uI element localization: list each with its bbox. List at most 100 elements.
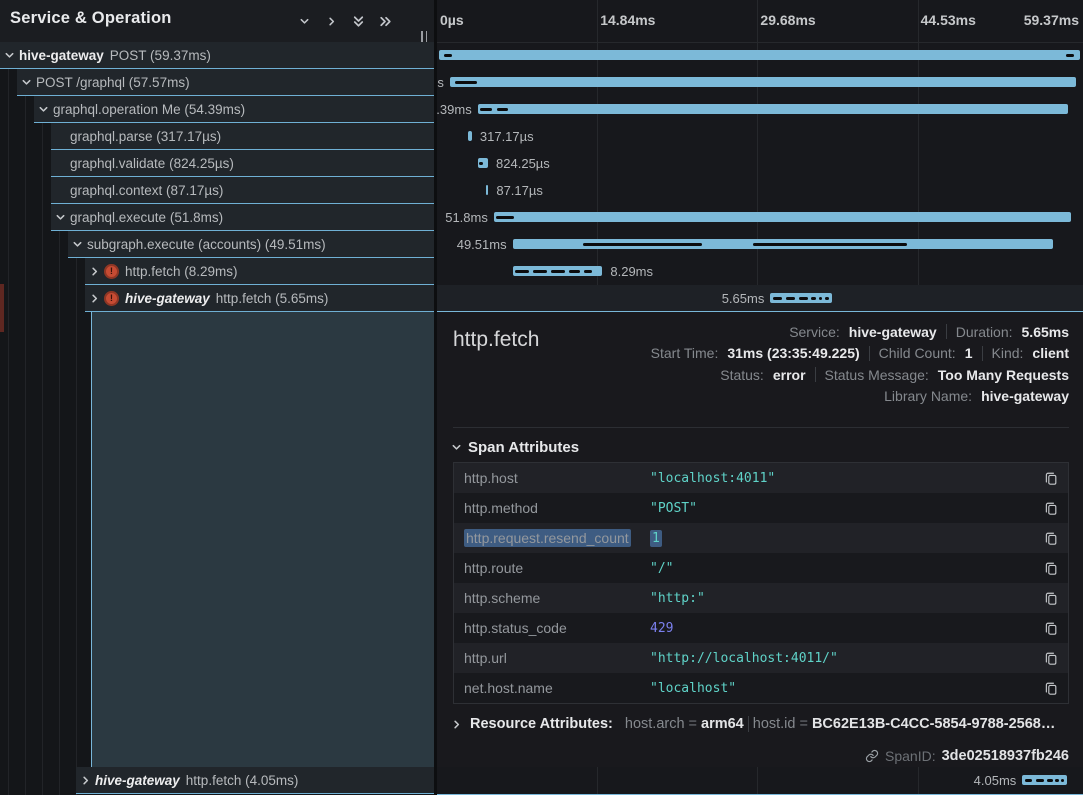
chevron-down-icon[interactable] xyxy=(3,49,16,62)
duration-label: 87.17µs xyxy=(496,183,543,198)
copy-icon[interactable] xyxy=(1044,561,1058,576)
chevron-down-icon[interactable] xyxy=(37,103,50,116)
meta-label: Library Name: xyxy=(884,388,972,404)
equals-sign: = xyxy=(799,716,807,732)
chevron-right-icon[interactable] xyxy=(88,265,101,278)
panel-resize-handle[interactable] xyxy=(421,31,427,42)
span-label: http.fetch (5.65ms) xyxy=(216,291,329,306)
duration-label: 4.05ms xyxy=(974,773,1017,788)
tree-row[interactable]: graphql.parse (317.17µs) xyxy=(51,123,434,150)
span-bar[interactable] xyxy=(513,239,1053,249)
timeline-row: 51.8ms xyxy=(437,204,1083,231)
span-bar[interactable] xyxy=(439,50,1080,60)
child-span-mark xyxy=(1066,54,1074,57)
axis-tick-label: 29.68ms xyxy=(760,12,815,28)
span-bar[interactable] xyxy=(450,77,1076,87)
span-attributes-section-toggle[interactable]: Span Attributes xyxy=(451,439,579,456)
tree-row[interactable]: POST /graphql (57.57ms) xyxy=(17,69,434,96)
copy-icon[interactable] xyxy=(1044,501,1058,516)
link-icon[interactable] xyxy=(865,749,879,763)
chevron-down-icon xyxy=(451,442,462,453)
meta-label: Start Time: xyxy=(651,345,719,361)
chevron-right-icon[interactable] xyxy=(88,292,101,305)
tree-row[interactable]: graphql.context (87.17µs) xyxy=(51,177,434,204)
copy-icon[interactable] xyxy=(1044,681,1058,696)
span-bar[interactable] xyxy=(513,266,603,276)
duration-label: 51.8ms xyxy=(445,210,488,225)
span-bar[interactable] xyxy=(486,185,488,195)
meta-label: Status: xyxy=(720,367,764,383)
meta-label: Status Message: xyxy=(825,367,929,383)
tree-row[interactable]: hive-gatewayPOST (59.37ms) xyxy=(0,42,434,69)
divider xyxy=(982,346,983,361)
span-bar[interactable] xyxy=(1022,775,1067,785)
resource-attributes-row[interactable]: Resource Attributes: host.arch=arm64host… xyxy=(451,716,1069,732)
meta-label: Duration: xyxy=(956,324,1013,340)
child-span-mark xyxy=(1061,779,1065,782)
chevron-down-icon[interactable] xyxy=(20,76,33,89)
copy-icon[interactable] xyxy=(1044,471,1058,486)
chevron-down-icon[interactable] xyxy=(296,13,312,29)
indent-guide xyxy=(42,42,43,795)
timeline-row-bottom: 4.05ms xyxy=(437,767,1083,795)
tree-row[interactable]: graphql.operation Me (54.39ms) xyxy=(34,96,434,123)
span-label: graphql.operation Me (54.39ms) xyxy=(53,102,245,117)
tree-row[interactable]: !http.fetch (8.29ms) xyxy=(85,258,434,285)
panel-title: Service & Operation xyxy=(10,9,172,28)
double-chevron-right-icon[interactable] xyxy=(377,13,393,29)
timeline-row: 54.39ms xyxy=(437,96,1083,123)
span-bar[interactable] xyxy=(770,293,832,303)
child-span-mark xyxy=(825,297,829,300)
chevron-right-icon[interactable] xyxy=(79,774,92,787)
resource-key: host.arch xyxy=(625,716,685,732)
attribute-row: http.status_code429 xyxy=(454,613,1068,643)
span-bar[interactable] xyxy=(478,158,488,168)
timeline-row: 49.51ms xyxy=(437,231,1083,258)
attribute-value: "POST" xyxy=(650,501,1044,516)
chevron-down-icon[interactable] xyxy=(71,238,84,251)
attribute-key: http.scheme xyxy=(454,590,650,606)
copy-icon[interactable] xyxy=(1044,531,1058,546)
child-span-mark xyxy=(1047,779,1052,782)
child-span-mark xyxy=(497,108,509,111)
timeline-row: 5.65ms xyxy=(437,285,1083,312)
timeline-row: 317.17µs xyxy=(437,123,1083,150)
tree-row[interactable]: graphql.execute (51.8ms) xyxy=(51,204,434,231)
span-attributes-title: Span Attributes xyxy=(468,439,579,456)
timeline-row: 8.29ms xyxy=(437,258,1083,285)
indent-guide xyxy=(8,42,9,795)
child-span-mark xyxy=(1036,779,1044,782)
attribute-key: http.route xyxy=(454,560,650,576)
tree-row[interactable]: !hive-gatewayhttp.fetch (5.65ms) xyxy=(85,285,434,312)
span-attributes-table: http.host"localhost:4011"http.method"POS… xyxy=(453,462,1069,704)
span-bar[interactable] xyxy=(478,104,1068,114)
tree-row[interactable]: graphql.validate (824.25µs) xyxy=(51,150,434,177)
meta-value: 5.65ms xyxy=(1022,324,1069,340)
double-chevron-down-icon[interactable] xyxy=(350,13,366,29)
axis-tick-label: 0µs xyxy=(440,12,464,28)
span-bar[interactable] xyxy=(494,212,1071,222)
copy-icon[interactable] xyxy=(1044,621,1058,636)
span-label: http.fetch (4.05ms) xyxy=(186,773,299,788)
timeline-row: 824.25µs xyxy=(437,150,1083,177)
equals-sign: = xyxy=(689,716,697,732)
chevron-right-icon[interactable] xyxy=(323,13,339,29)
chevron-down-icon[interactable] xyxy=(54,211,67,224)
attribute-value: "http:" xyxy=(650,591,1044,606)
child-span-mark xyxy=(479,162,482,165)
tree-row[interactable]: hive-gatewayhttp.fetch (4.05ms) xyxy=(76,767,434,794)
divider xyxy=(815,367,816,382)
attribute-row: http.route"/" xyxy=(454,553,1068,583)
meta-value: error xyxy=(773,367,806,383)
tree-row[interactable]: subgraph.execute (accounts) (49.51ms) xyxy=(68,231,434,258)
span-bar[interactable] xyxy=(468,131,472,141)
duration-label: 824.25µs xyxy=(496,156,550,171)
error-icon: ! xyxy=(104,291,119,306)
attribute-row: http.request.resend_count1 xyxy=(454,523,1068,553)
divider xyxy=(946,324,947,339)
copy-icon[interactable] xyxy=(1044,651,1058,666)
child-span-mark xyxy=(811,297,816,300)
metadata-line: Start Time:31ms (23:35:49.225)Child Coun… xyxy=(651,345,1069,362)
copy-icon[interactable] xyxy=(1044,591,1058,606)
resource-attributes-title: Resource Attributes: xyxy=(470,716,613,732)
